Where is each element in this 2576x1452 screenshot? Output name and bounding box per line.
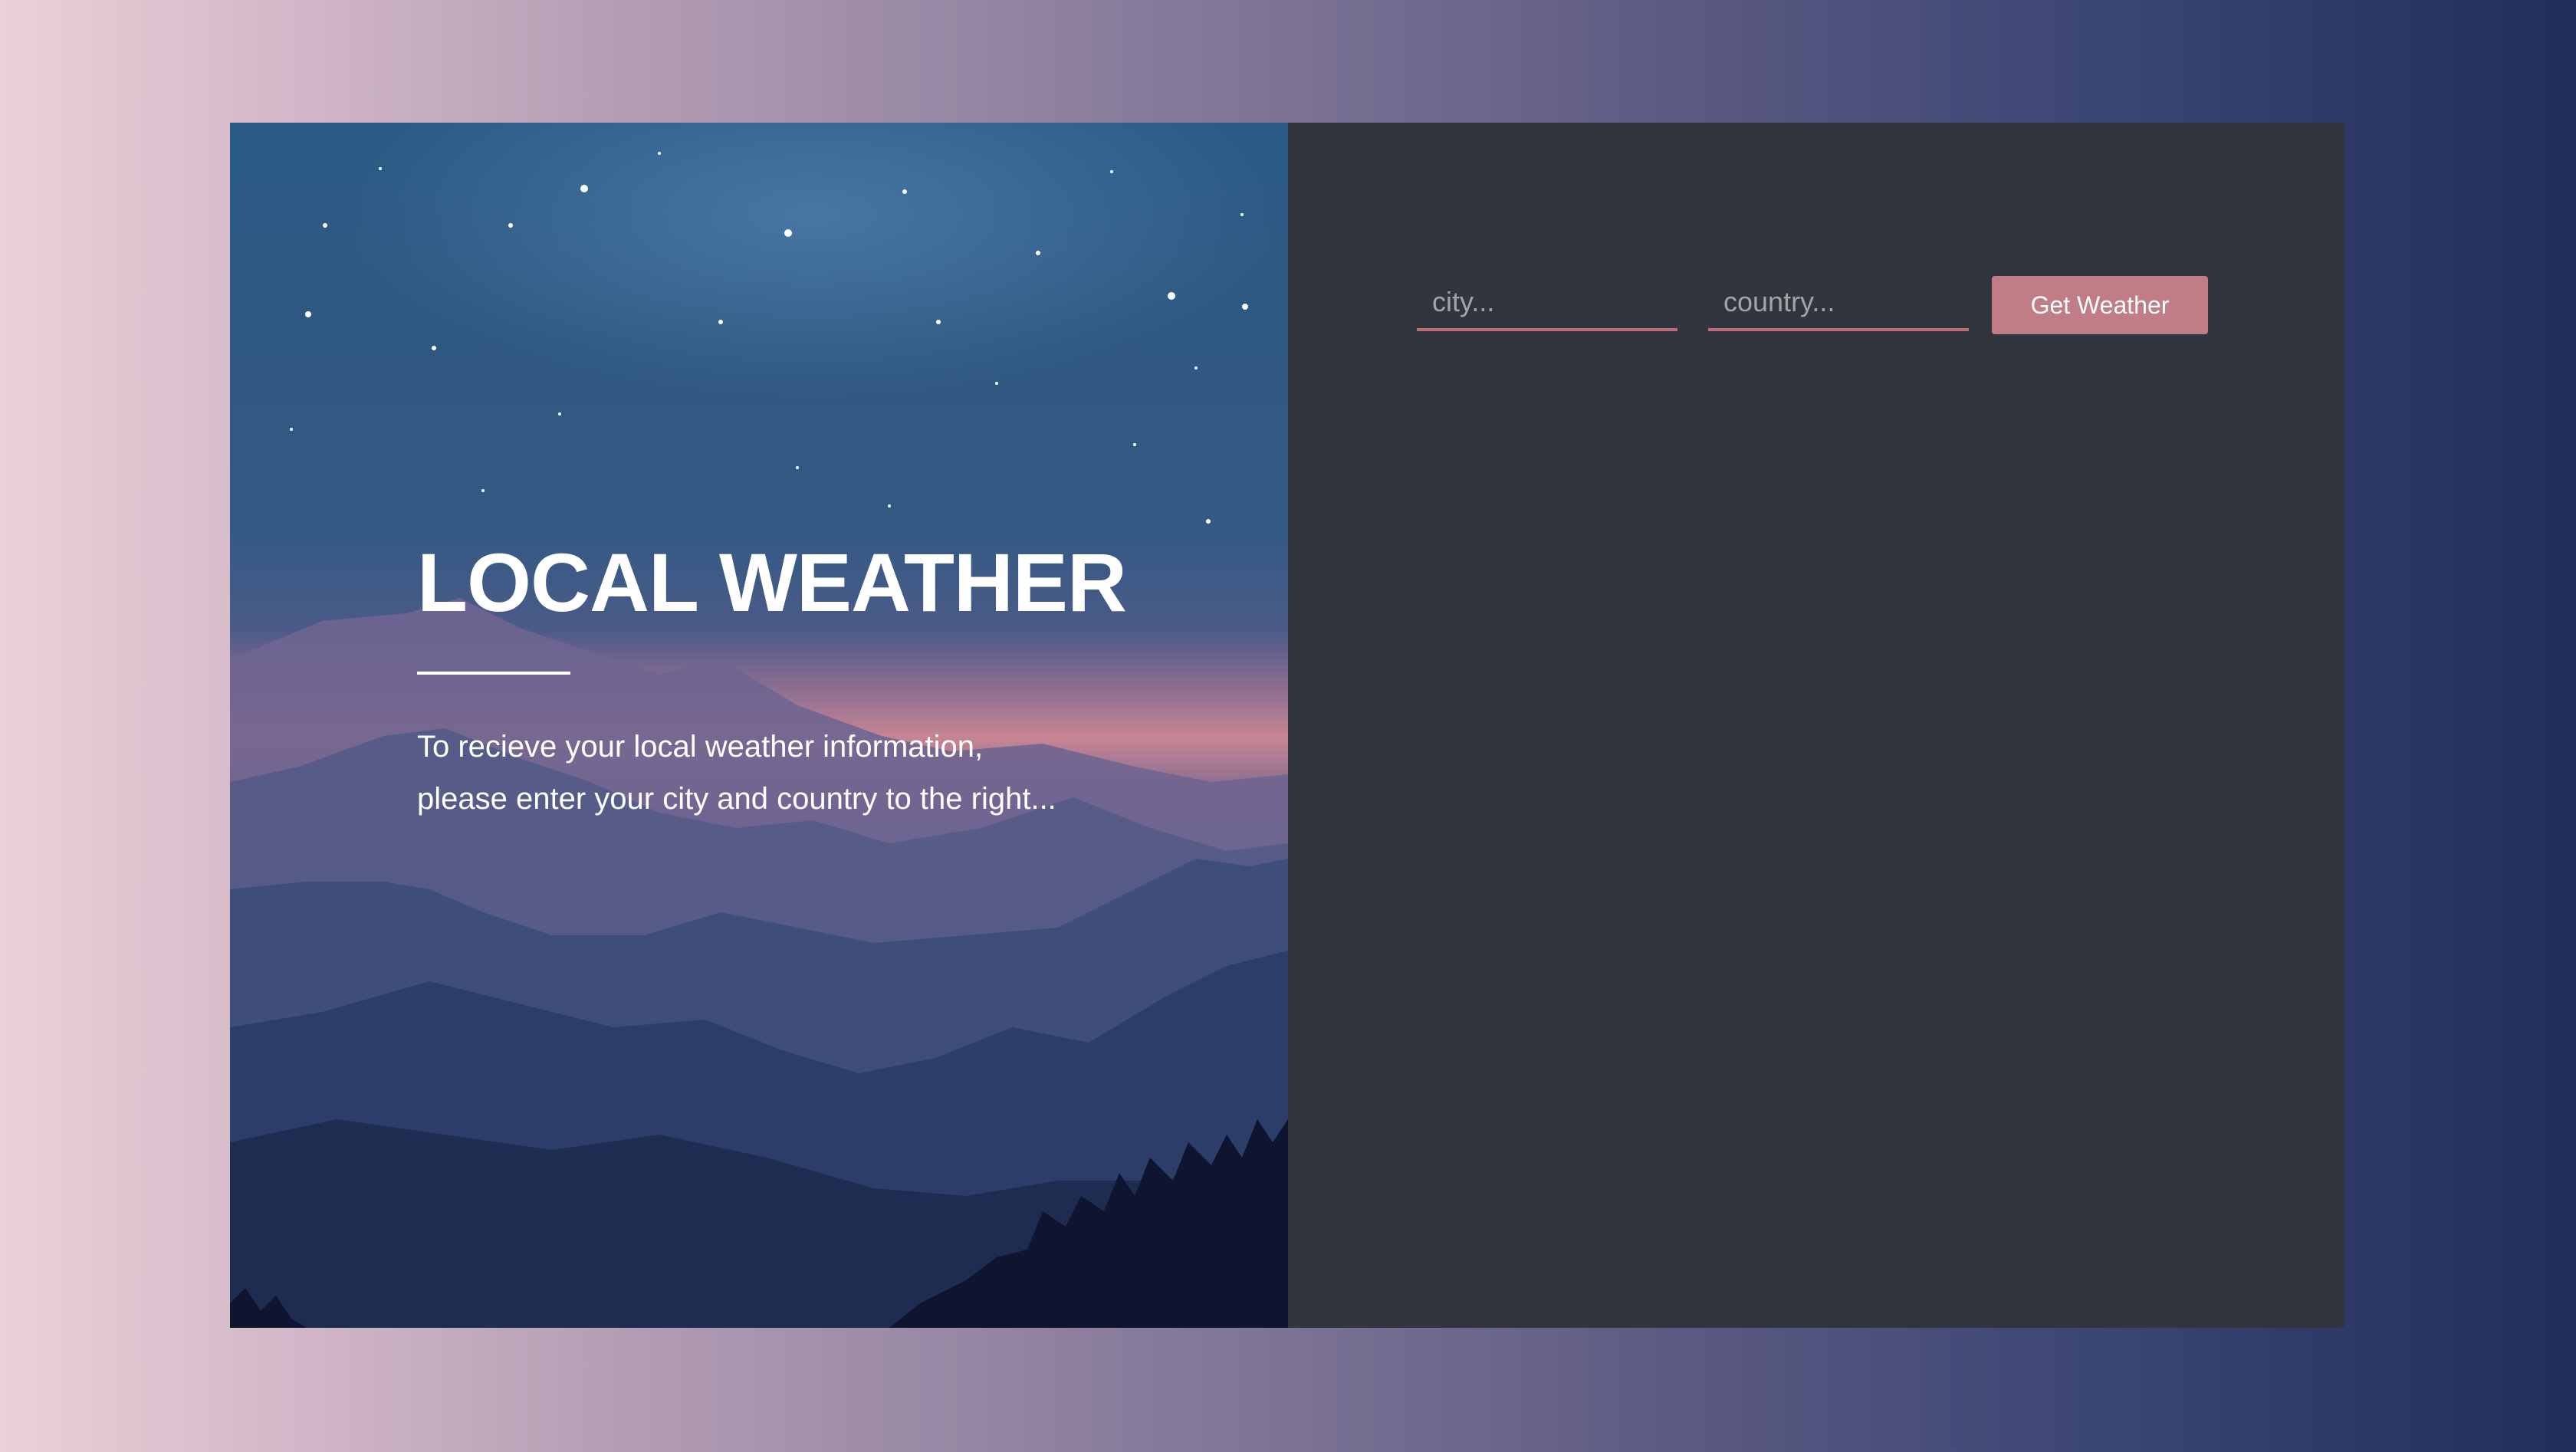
intro-line-1: To recieve your local weather informatio…	[417, 730, 984, 764]
page-title: LOCAL WEATHER	[417, 536, 1127, 629]
hero-panel: LOCAL WEATHER To recieve your local weat…	[230, 123, 1288, 1328]
title-divider	[417, 672, 570, 675]
country-input[interactable]	[1708, 276, 1969, 331]
weather-form: Get Weather	[1417, 276, 2208, 334]
intro-line-2: please enter your city and country to th…	[417, 782, 1056, 816]
intro-text: To recieve your local weather informatio…	[417, 721, 1260, 825]
hero-text-block: LOCAL WEATHER To recieve your local weat…	[417, 541, 1260, 825]
city-input[interactable]	[1417, 276, 1677, 331]
weather-card: LOCAL WEATHER To recieve your local weat…	[230, 123, 2344, 1328]
weather-form-panel: Get Weather	[1288, 123, 2344, 1328]
get-weather-button[interactable]: Get Weather	[1992, 276, 2208, 334]
